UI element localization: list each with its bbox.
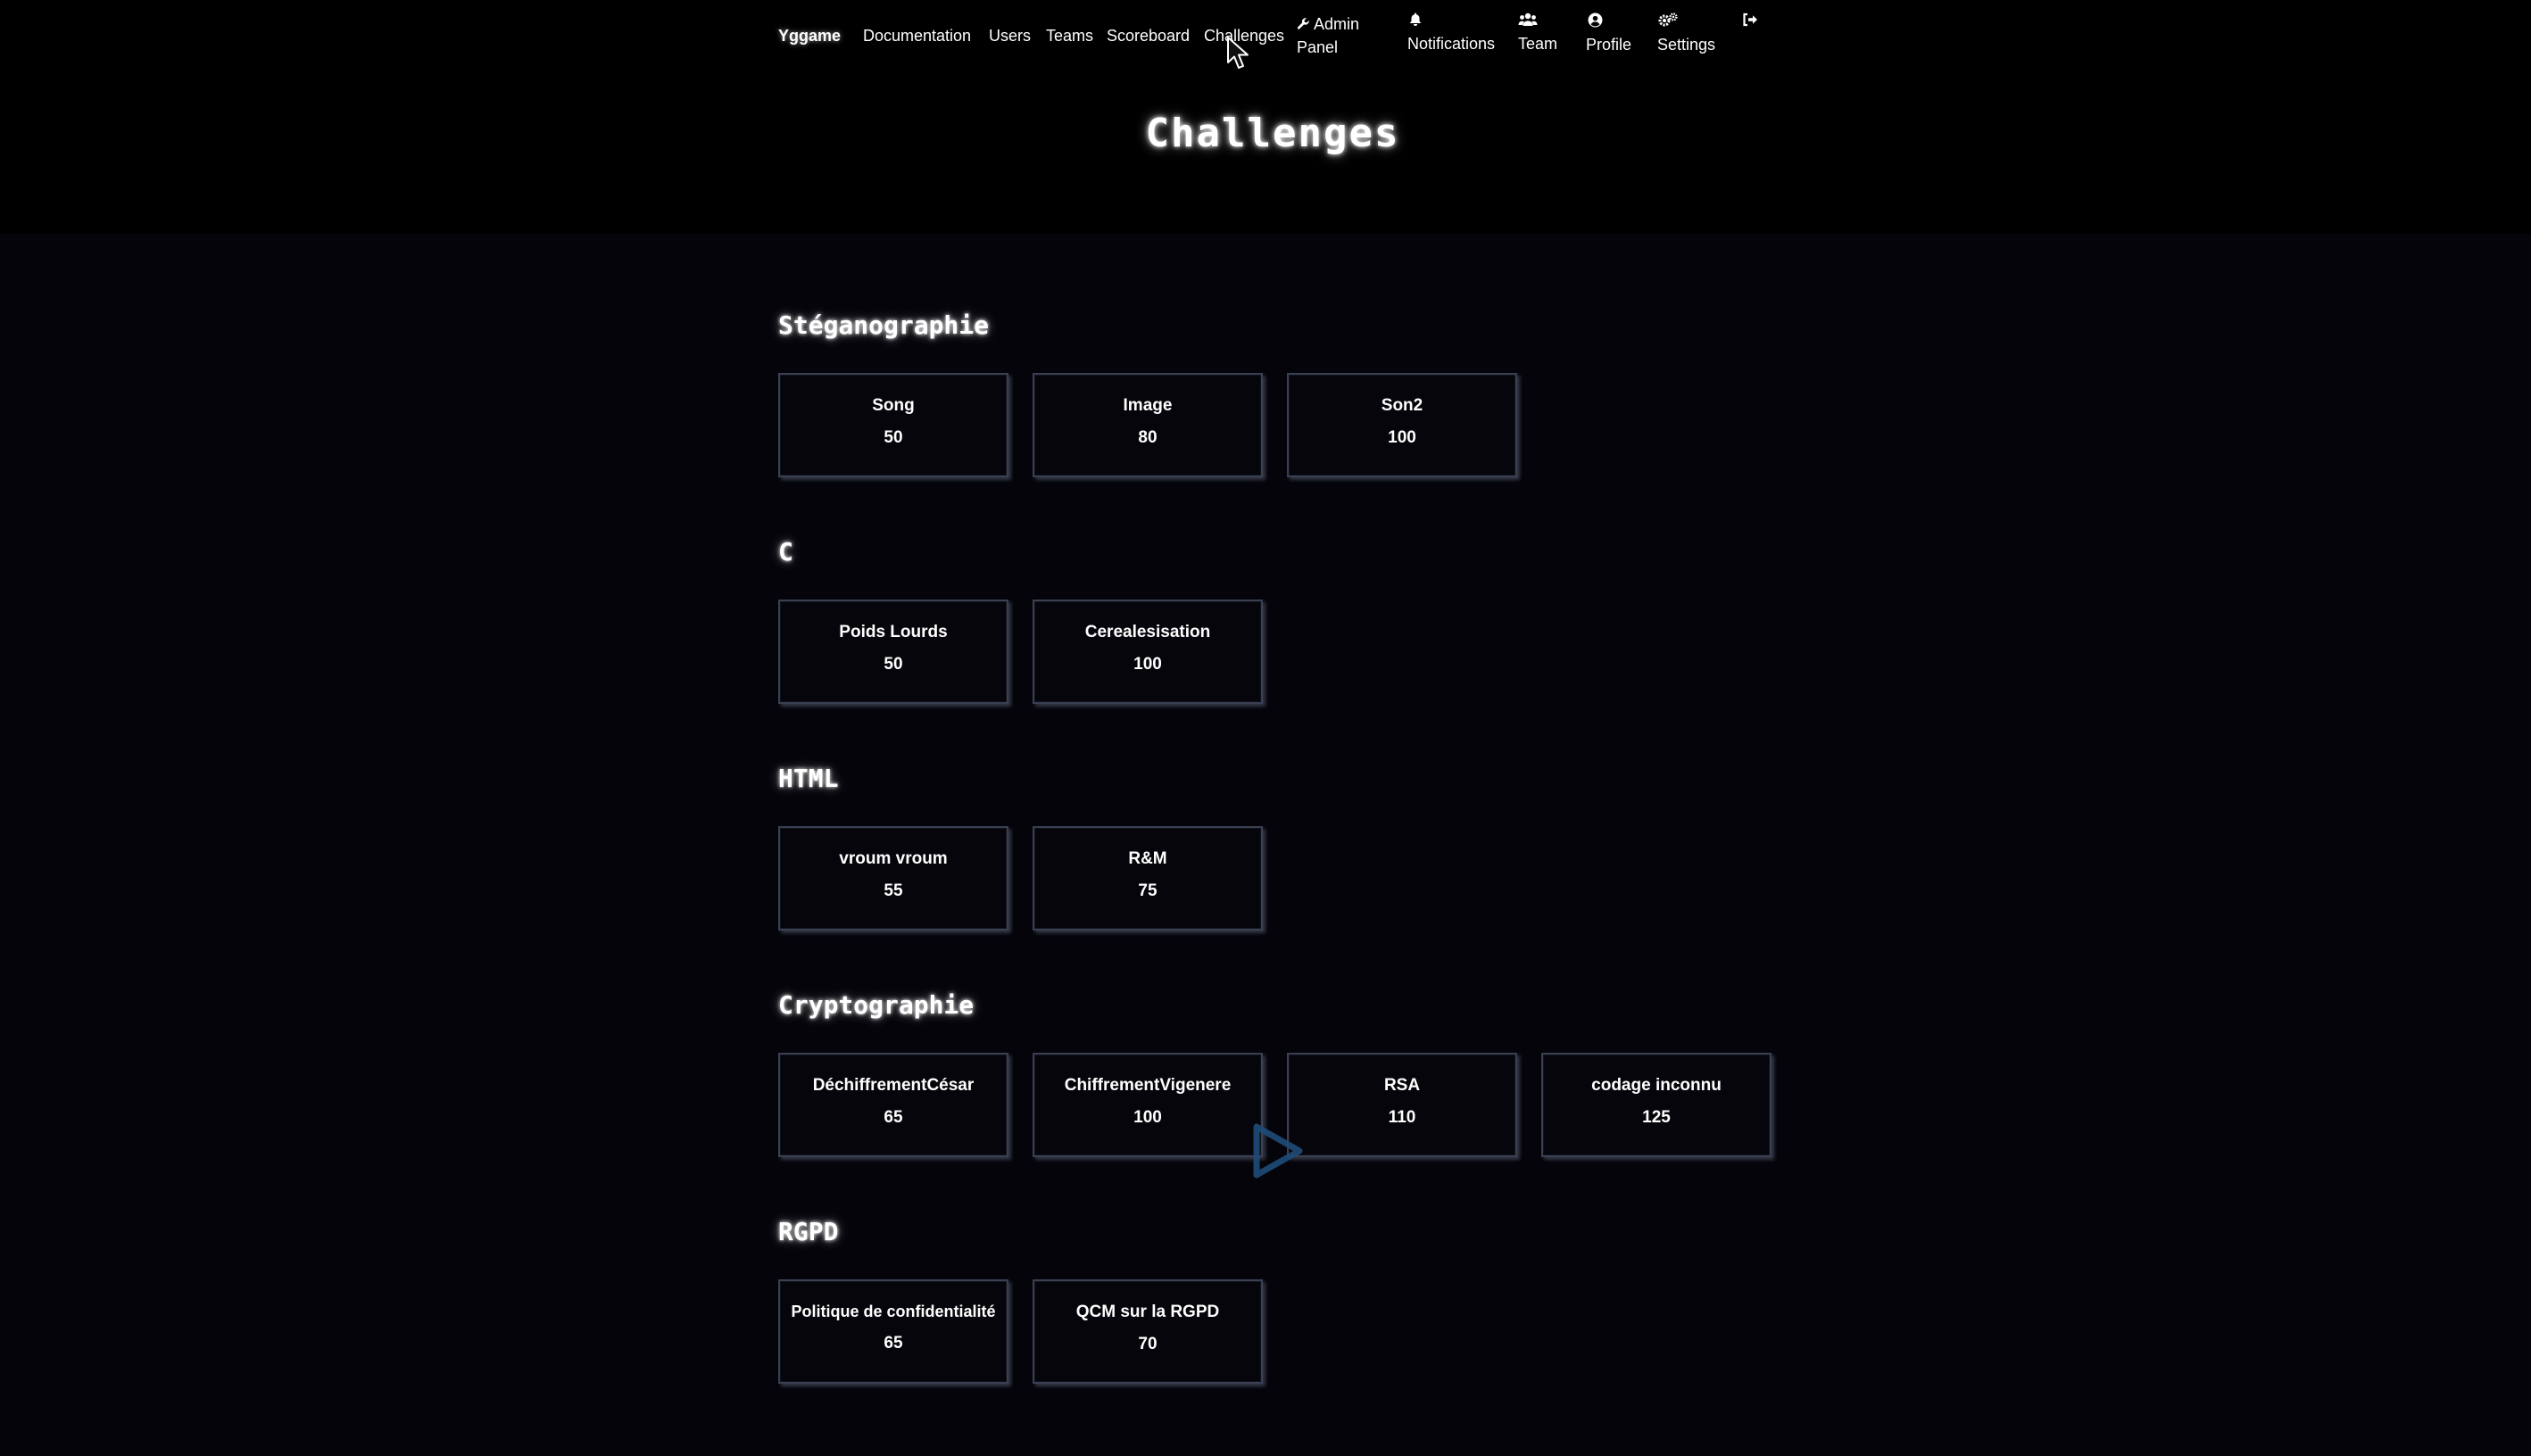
challenge-name: ChiffrementVigenere — [1064, 1076, 1232, 1095]
nav-notifications[interactable]: Notifications — [1407, 12, 1495, 55]
challenge-name: R&M — [1128, 849, 1167, 868]
nav-profile[interactable]: Profile — [1586, 12, 1631, 56]
team-label: Team — [1518, 35, 1558, 53]
challenge-value: 125 — [1642, 1108, 1671, 1127]
challenge-name: DéchiffrementCésar — [812, 1076, 975, 1095]
nav-settings[interactable]: Settings — [1657, 12, 1715, 56]
challenge-value: 55 — [884, 881, 903, 900]
page-title: Challenges — [1145, 111, 1400, 156]
challenge-card-image[interactable]: Image 80 — [1033, 373, 1263, 477]
nav-admin-panel[interactable]: Admin Panel — [1297, 12, 1359, 59]
challenge-card-r-and-m[interactable]: R&M 75 — [1033, 826, 1263, 931]
challenge-name: vroum vroum — [839, 849, 948, 868]
admin-label-line1: Admin — [1314, 15, 1360, 33]
challenge-card-son2[interactable]: Son2 100 — [1287, 373, 1517, 477]
nav-team[interactable]: Team — [1518, 12, 1557, 55]
logout-icon — [1742, 12, 1758, 32]
challenge-name: Son2 — [1381, 396, 1423, 415]
challenge-value: 50 — [884, 655, 903, 674]
top-navbar: Yggame Documentation Users Teams Scorebo… — [778, 0, 1769, 71]
challenge-value: 110 — [1388, 1108, 1416, 1127]
challenge-name: codage inconnu — [1591, 1076, 1722, 1095]
challenge-value: 70 — [1138, 1335, 1158, 1353]
category-title-html: HTML — [778, 764, 839, 793]
challenge-card-qcm-rgpd[interactable]: QCM sur la RGPD 70 — [1033, 1279, 1263, 1384]
wrench-icon — [1297, 18, 1309, 29]
challenge-value: 100 — [1133, 655, 1162, 674]
challenge-name: Image — [1123, 396, 1173, 415]
challenge-value: 100 — [1133, 1108, 1162, 1127]
challenge-name: Politique de confidentialité — [791, 1303, 996, 1320]
challenge-card-vroum-vroum[interactable]: vroum vroum 55 — [778, 826, 1008, 931]
challenge-card-dechiffrement-cesar[interactable]: DéchiffrementCésar 65 — [778, 1053, 1008, 1157]
nav-logout[interactable] — [1742, 12, 1758, 32]
category-title-rgpd: RGPD — [778, 1217, 839, 1246]
challenge-name: Song — [872, 396, 915, 415]
challenge-card-poids-lourds[interactable]: Poids Lourds 50 — [778, 600, 1008, 704]
challenge-value: 65 — [884, 1334, 903, 1353]
settings-label: Settings — [1657, 36, 1716, 54]
nav-teams[interactable]: Teams — [1046, 24, 1093, 47]
play-icon[interactable] — [1248, 1121, 1307, 1180]
cogs-icon — [1657, 12, 1715, 33]
challenge-name: Cerealesisation — [1084, 623, 1211, 641]
challenge-card-song[interactable]: Song 50 — [778, 373, 1008, 477]
nav-users[interactable]: Users — [989, 24, 1031, 47]
brand-link[interactable]: Yggame — [778, 24, 841, 47]
main-content — [0, 234, 2531, 1456]
challenge-card-codage-inconnu[interactable]: codage inconnu 125 — [1541, 1053, 1772, 1157]
challenge-value: 50 — [884, 428, 903, 447]
users-icon — [1518, 12, 1557, 32]
mouse-cursor-icon — [1227, 37, 1249, 69]
profile-label: Profile — [1586, 36, 1632, 54]
challenge-value: 100 — [1388, 428, 1416, 447]
bell-icon — [1407, 12, 1495, 32]
nav-documentation[interactable]: Documentation — [863, 24, 971, 47]
challenge-value: 75 — [1138, 881, 1158, 900]
challenge-name: QCM sur la RGPD — [1075, 1303, 1220, 1321]
page: Yggame Documentation Users Teams Scorebo… — [0, 0, 2531, 1456]
challenge-card-politique-confidentialite[interactable]: Politique de confidentialité 65 — [778, 1279, 1008, 1384]
challenge-card-cerealesisation[interactable]: Cerealesisation 100 — [1033, 600, 1263, 704]
category-title-c: C — [778, 537, 793, 567]
category-title-steganographie: Stéganographie — [778, 310, 990, 340]
admin-label-line2: Panel — [1297, 38, 1339, 56]
challenge-card-chiffrement-vigenere[interactable]: ChiffrementVigenere 100 — [1033, 1053, 1263, 1157]
challenge-name: RSA — [1383, 1076, 1421, 1095]
challenge-name: Poids Lourds — [839, 623, 948, 641]
challenge-card-rsa[interactable]: RSA 110 — [1287, 1053, 1517, 1157]
user-circle-icon — [1586, 12, 1631, 33]
nav-scoreboard[interactable]: Scoreboard — [1107, 24, 1190, 47]
category-title-cryptographie: Cryptographie — [778, 990, 975, 1020]
challenge-value: 80 — [1138, 428, 1158, 447]
notifications-label: Notifications — [1407, 35, 1496, 53]
challenge-value: 65 — [884, 1108, 903, 1127]
